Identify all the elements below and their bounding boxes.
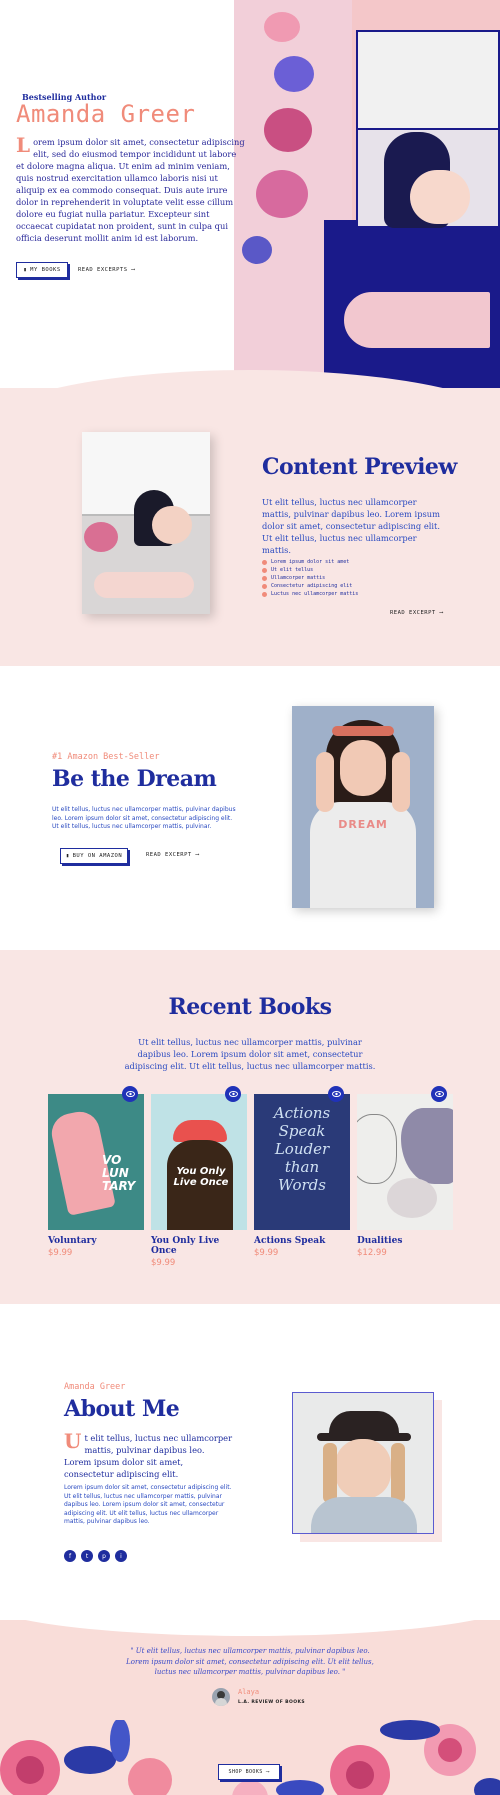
preview-body: Ut elit tellus, luctus nec ullamcorper m… bbox=[262, 497, 441, 555]
wave-divider bbox=[0, 1620, 500, 1636]
bullet-icon bbox=[262, 567, 267, 573]
arrow-right-icon: ⟶ bbox=[195, 852, 200, 858]
cover-text: You Only Live Once bbox=[173, 1166, 229, 1188]
author-photo bbox=[292, 1392, 434, 1534]
read-excerpt-link[interactable]: READ EXCERPT ⟶ bbox=[390, 610, 443, 616]
content-preview-section: Content Preview Ut elit tellus, luctus n… bbox=[0, 388, 500, 666]
about-lead: Ut elit tellus, luctus nec ullamcorper m… bbox=[64, 1429, 233, 1479]
eye-icon[interactable] bbox=[225, 1086, 241, 1102]
bullet-icon bbox=[262, 575, 267, 581]
flower-tattoo bbox=[242, 236, 272, 264]
shirt-text: DREAM bbox=[338, 818, 388, 831]
eye-icon[interactable] bbox=[431, 1086, 447, 1102]
preview-list: Lorem ipsum dolor sit amet Ut elit tellu… bbox=[262, 558, 358, 598]
flower-tattoo bbox=[256, 170, 308, 218]
facebook-icon[interactable]: f bbox=[64, 1550, 76, 1562]
shop-books-label: SHOP BOOKS bbox=[228, 1769, 263, 1775]
hero-paragraph: Lorem ipsum dolor sit amet, consectetur … bbox=[16, 133, 246, 244]
read-excerpts-label: READ EXCERPTS bbox=[78, 267, 128, 273]
bullet-icon bbox=[262, 583, 267, 589]
list-item: Lorem ipsum dolor sit amet bbox=[262, 558, 358, 566]
read-excerpt-label: READ EXCERPT bbox=[390, 610, 436, 616]
social-links: f t p i bbox=[64, 1550, 127, 1562]
hero-section: Bestselling Author Amanda Greer Lorem ip… bbox=[0, 0, 500, 390]
book-title[interactable]: Dualities bbox=[357, 1236, 453, 1246]
flower-tattoo bbox=[274, 56, 314, 92]
flower-tattoo bbox=[264, 108, 312, 152]
shop-books-button[interactable]: SHOP BOOKS ⟶ bbox=[218, 1764, 280, 1780]
my-books-label: MY BOOKS bbox=[30, 267, 61, 273]
dropcap: U bbox=[64, 1429, 82, 1453]
arrow-right-icon: ⟶ bbox=[131, 267, 136, 273]
arrow-right-icon: ⟶ bbox=[262, 1769, 270, 1775]
instagram-icon[interactable]: i bbox=[115, 1550, 127, 1562]
list-item: Ullamcorper mattis bbox=[262, 574, 358, 582]
hand-shape bbox=[342, 290, 492, 350]
pinterest-icon[interactable]: p bbox=[98, 1550, 110, 1562]
read-excerpt-link[interactable]: READ EXCERPT ⟶ bbox=[146, 852, 199, 858]
recent-books-body: Ut elit tellus, luctus nec ullamcorper m… bbox=[124, 1037, 376, 1071]
cover-text: VO LUN TARY bbox=[102, 1153, 136, 1193]
book-price: $9.99 bbox=[151, 1258, 176, 1268]
book-price: $12.99 bbox=[357, 1248, 387, 1258]
testimonial-section: " Ut elit tellus, luctus nec ullamcorper… bbox=[0, 1620, 500, 1795]
book-card[interactable]: Dualities $12.99 bbox=[357, 1086, 453, 1258]
read-excerpt-label: READ EXCERPT bbox=[146, 852, 192, 858]
book-card[interactable]: VO LUN TARY Voluntary $9.99 bbox=[48, 1086, 144, 1258]
book-cover[interactable] bbox=[357, 1094, 453, 1230]
testimonial-role: L.A. REVIEW OF BOOKS bbox=[238, 1700, 305, 1705]
book-card[interactable]: Actions Speak Louder than Words Actions … bbox=[254, 1086, 350, 1258]
dream-eyebrow: #1 Amazon Best-Seller bbox=[52, 752, 160, 762]
list-item: Ut elit tellus bbox=[262, 566, 358, 574]
dropcap: L bbox=[16, 133, 31, 157]
book-price: $9.99 bbox=[254, 1248, 279, 1258]
my-books-button[interactable]: ▮ MY BOOKS bbox=[16, 262, 68, 278]
floral-illustration bbox=[0, 1720, 500, 1795]
dream-title: Be the Dream bbox=[52, 766, 217, 792]
dream-cover-image: DREAM bbox=[292, 706, 434, 908]
preview-title: Content Preview bbox=[262, 454, 457, 480]
buy-on-amazon-button[interactable]: ▮ BUY ON AMAZON bbox=[60, 848, 128, 864]
flower-tattoo bbox=[264, 12, 300, 42]
buy-on-amazon-label: BUY ON AMAZON bbox=[72, 853, 123, 859]
book-cover[interactable]: You Only Live Once bbox=[151, 1094, 247, 1230]
book-title[interactable]: Voluntary bbox=[48, 1236, 144, 1246]
hero-illustration bbox=[234, 0, 500, 390]
book-title[interactable]: You Only Live Once bbox=[151, 1236, 247, 1256]
book-price: $9.99 bbox=[48, 1248, 73, 1258]
book-title[interactable]: Actions Speak bbox=[254, 1236, 350, 1246]
avatar bbox=[212, 1688, 230, 1706]
recent-books-title: Recent Books bbox=[168, 994, 332, 1020]
book-cover[interactable]: VO LUN TARY bbox=[48, 1094, 144, 1230]
eye-icon[interactable] bbox=[328, 1086, 344, 1102]
book-cover[interactable]: Actions Speak Louder than Words bbox=[254, 1094, 350, 1230]
bullet-icon bbox=[262, 591, 267, 597]
testimonial-author: Alaya bbox=[238, 1688, 260, 1696]
eye-icon[interactable] bbox=[122, 1086, 138, 1102]
list-item: Luctus nec ullamcorper mattis bbox=[262, 590, 358, 598]
cover-text: Actions Speak Louder than Words bbox=[273, 1104, 331, 1194]
about-title: About Me bbox=[64, 1396, 180, 1422]
hero-body: orem ipsum dolor sit amet, consectetur a… bbox=[16, 137, 245, 243]
book-icon: ▮ bbox=[65, 853, 70, 859]
about-eyebrow: Amanda Greer bbox=[64, 1382, 126, 1392]
featured-book-section: #1 Amazon Best-Seller Be the Dream Ut el… bbox=[0, 666, 500, 950]
twitter-icon[interactable]: t bbox=[81, 1550, 93, 1562]
book-icon: ▮ bbox=[23, 267, 28, 273]
testimonial-quote: " Ut elit tellus, luctus nec ullamcorper… bbox=[126, 1647, 374, 1676]
book-card[interactable]: You Only Live Once You Only Live Once $9… bbox=[151, 1086, 247, 1268]
preview-image bbox=[82, 432, 210, 614]
about-body: Lorem ipsum dolor sit amet, consectetur … bbox=[64, 1484, 232, 1525]
list-item: Consectetur adipiscing elit bbox=[262, 582, 358, 590]
arrow-right-icon: ⟶ bbox=[439, 610, 444, 616]
read-excerpts-link[interactable]: READ EXCERPTS ⟶ bbox=[78, 267, 135, 273]
hero-title: Amanda Greer bbox=[16, 100, 196, 128]
recent-books-section: Recent Books Ut elit tellus, luctus nec … bbox=[0, 950, 500, 1304]
face-shape bbox=[410, 170, 470, 224]
about-section: Amanda Greer About Me Ut elit tellus, lu… bbox=[0, 1304, 500, 1634]
dream-body: Ut elit tellus, luctus nec ullamcorper m… bbox=[52, 806, 236, 830]
bullet-icon bbox=[262, 559, 267, 565]
